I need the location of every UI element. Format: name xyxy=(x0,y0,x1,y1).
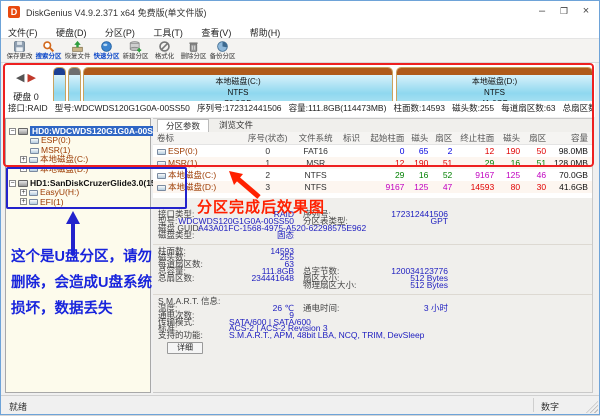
table-row[interactable]: MSR(1) 1MSR 12 190 51 29 16 51 128.0MB xyxy=(153,157,592,169)
menu-bar: 文件(F) 硬盘(D) 分区(P) 工具(T) 查看(V) 帮助(H) xyxy=(1,23,599,39)
tree-node-d[interactable]: + 本地磁盘(D:) xyxy=(6,165,150,174)
tab-browse-files[interactable]: 浏览文件 xyxy=(211,119,261,132)
maximize-button[interactable]: ❐ xyxy=(553,1,575,21)
close-button[interactable]: × xyxy=(575,1,597,21)
tree-node-efi[interactable]: + EFI(1) xyxy=(6,198,150,207)
collapse-icon[interactable]: − xyxy=(9,180,16,187)
collapse-icon[interactable]: − xyxy=(9,128,16,135)
tree-node-easyu[interactable]: +EasyU(H:) xyxy=(6,188,150,197)
quick-partition-button[interactable]: 快速分区 xyxy=(92,40,121,63)
toolbar: 保存更改 搜索分区 恢复文件 快速分区 新建分区 格式化 删除分区 备份分区 xyxy=(1,39,599,63)
recover-files-button[interactable]: 恢复文件 xyxy=(63,40,92,63)
status-num-indicator: 数字 xyxy=(541,400,559,413)
tree-node-esp[interactable]: ESP(0:) xyxy=(6,136,150,145)
disk-icon xyxy=(18,180,28,187)
app-icon: D xyxy=(8,6,20,18)
partition-icon xyxy=(30,138,39,144)
d-fs: NTFS xyxy=(397,87,592,98)
partition-icon xyxy=(157,149,166,155)
table-row[interactable]: 本地磁盘(C:) 2NTFS 29 16 52 9167 125 46 70.0… xyxy=(153,169,592,181)
status-ready: 就绪 xyxy=(9,400,27,413)
title-bar: D DiskGenius V4.9.2.371 x64 免费版(单文件版) – … xyxy=(1,1,599,23)
partition-tree-panel: −HD0:WDCWDS120G1G0A-00SS50(112GB) ESP(0:… xyxy=(5,118,151,393)
expand-icon[interactable]: + xyxy=(20,156,27,163)
format-icon xyxy=(158,40,171,53)
new-partition-icon xyxy=(129,40,142,53)
table-row[interactable]: ESP(0:) 0FAT16 0 65 2 12 190 50 98.0MB xyxy=(153,145,592,157)
tree-node-label: EFI(1) xyxy=(40,197,64,207)
table-row[interactable]: 本地磁盘(D:) 3NTFS 9167 125 47 14593 80 30 4… xyxy=(153,181,592,193)
partition-icon xyxy=(29,157,38,163)
c-strip xyxy=(84,68,392,75)
delete-partition-button[interactable]: 删除分区 xyxy=(179,40,208,63)
expand-icon[interactable]: + xyxy=(20,165,27,172)
tree-node-label: 本地磁盘(D:) xyxy=(40,164,88,174)
msr-strip xyxy=(69,68,80,75)
next-disk-arrow[interactable]: ▶ xyxy=(28,72,36,84)
status-bar: 就绪 数字 xyxy=(1,395,599,414)
search-icon xyxy=(42,40,55,53)
diskgenius-window: D DiskGenius V4.9.2.371 x64 免费版(单文件版) – … xyxy=(0,0,600,415)
delete-partition-icon xyxy=(187,40,200,53)
save-icon xyxy=(13,40,26,53)
minimize-button[interactable]: – xyxy=(531,1,553,21)
window-title: DiskGenius V4.9.2.371 x64 免费版(单文件版) xyxy=(26,6,207,19)
partition-table: 卷标序号(状态) 文件系统标识 起始柱面磁头 扇区终止柱面 磁头扇区 容量 ES… xyxy=(153,132,592,198)
partition-icon xyxy=(157,161,166,167)
c-name: 本地磁盘(C:) xyxy=(84,76,392,87)
partition-icon xyxy=(29,166,38,172)
partition-icon xyxy=(157,185,166,191)
new-partition-button[interactable]: 新建分区 xyxy=(121,40,150,63)
tab-bar: 分区参数 浏览文件 xyxy=(153,119,592,132)
prev-disk-arrow[interactable]: ◀ xyxy=(16,72,24,84)
search-partition-button[interactable]: 搜索分区 xyxy=(34,40,63,63)
esp-strip xyxy=(54,68,65,75)
tab-partition-params[interactable]: 分区参数 xyxy=(157,119,209,132)
partition-icon xyxy=(30,148,39,154)
d-strip xyxy=(397,68,592,75)
disk-details: 接口类型:RAID序列号:172312441506 型号:WDCWDS120G1… xyxy=(153,211,592,351)
backup-partition-icon xyxy=(216,40,229,53)
disk-info-line: 接口:RAID 型号:WDCWDS120G1G0A-00SS50 序列号:172… xyxy=(3,101,593,115)
save-changes-button[interactable]: 保存更改 xyxy=(5,40,34,63)
d-name: 本地磁盘(D:) xyxy=(397,76,592,87)
expand-icon[interactable]: + xyxy=(20,198,27,205)
tree-node-hd0[interactable]: −HD0:WDCWDS120G1G0A-00SS50(112GB) xyxy=(6,127,150,136)
status-separator xyxy=(533,398,534,412)
c-fs: NTFS xyxy=(84,87,392,98)
partition-icon xyxy=(29,190,38,196)
resize-grip[interactable] xyxy=(586,401,598,413)
table-header-row: 卷标序号(状态) 文件系统标识 起始柱面磁头 扇区终止柱面 磁头扇区 容量 xyxy=(153,132,592,145)
quick-partition-icon xyxy=(100,40,113,53)
smart-detail-button[interactable]: 详细 xyxy=(167,342,203,354)
backup-partition-button[interactable]: 备份分区 xyxy=(208,40,237,63)
expand-icon[interactable]: + xyxy=(20,189,27,196)
partition-icon xyxy=(29,199,38,205)
disk-icon xyxy=(18,128,28,135)
partition-icon xyxy=(157,173,166,179)
recover-files-icon xyxy=(71,40,84,53)
format-button[interactable]: 格式化 xyxy=(150,40,179,63)
partition-detail-panel: 分区参数 浏览文件 卷标序号(状态) 文件系统标识 起始柱面磁头 扇区终止柱面 … xyxy=(153,118,593,393)
